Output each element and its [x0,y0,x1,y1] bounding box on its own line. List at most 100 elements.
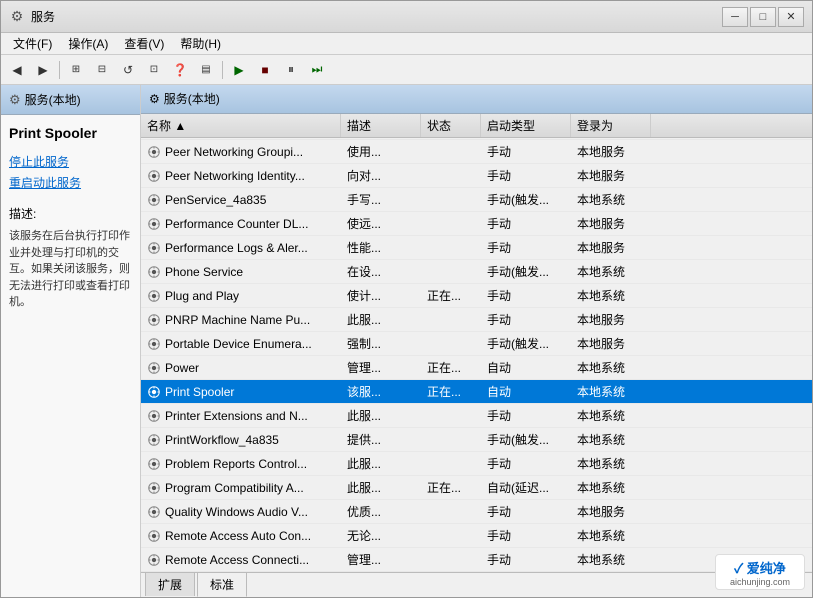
service-status-cell [421,428,481,451]
table-row[interactable]: Remote Access Auto Con... 无论... 手动 本地系统 [141,524,812,548]
service-login-cell: 本地系统 [571,428,651,451]
back-button[interactable]: ◀ [5,59,29,81]
service-icon [147,193,161,207]
service-login-cell: 本地系统 [571,476,651,499]
stop-button[interactable]: ■ [253,59,277,81]
export-button[interactable]: ⊡ [142,59,166,81]
table-row[interactable]: Plug and Play 使计... 正在... 手动 本地系统 [141,284,812,308]
service-name-cell: Performance Counter DL... [141,212,341,235]
service-startup-cell: 手动 [481,212,571,235]
service-name-text: Program Compatibility A... [165,481,304,495]
service-name-text: Plug and Play [165,289,239,303]
maximize-button[interactable]: □ [750,7,776,27]
table-row[interactable]: Performance Logs & Aler... 性能... 手动 本地服务 [141,236,812,260]
service-status-cell: 正在... [421,284,481,307]
table-row[interactable]: Peer Networking Groupi... 使用... 手动 本地服务 [141,140,812,164]
table-row[interactable]: Phone Service 在设... 手动(触发... 本地系统 [141,260,812,284]
service-icon [147,361,161,375]
service-login-cell: 本地系统 [571,284,651,307]
service-status-cell [421,500,481,523]
forward-button[interactable]: ▶ [31,59,55,81]
menu-file[interactable]: 文件(F) [5,33,60,54]
stop-service-link[interactable]: 停止此服务 [9,153,132,170]
tab-standard[interactable]: 标准 [197,572,247,597]
col-login[interactable]: 登录为 [571,114,651,137]
table-row[interactable]: Portable Device Enumera... 强制... 手动(触发..… [141,332,812,356]
service-desc-cell: 管理... [341,356,421,379]
service-startup-cell: 手动 [481,404,571,427]
service-status-cell [421,140,481,163]
table-row[interactable]: Performance Counter DL... 使远... 手动 本地服务 [141,212,812,236]
service-icon [147,409,161,423]
service-desc-cell: 使远... [341,212,421,235]
toolbar-sep-2 [222,61,223,79]
service-icon [147,217,161,231]
service-desc-cell: 管理... [341,548,421,571]
pause-button[interactable]: ⏸ [279,59,303,81]
left-panel-body: Print Spooler 停止此服务 重启动此服务 描述: 该服务在后台执行打… [1,115,140,597]
service-desc-cell: 优质... [341,500,421,523]
menu-action[interactable]: 操作(A) [60,33,116,54]
table-row[interactable]: Quality Windows Audio V... 优质... 手动 本地服务 [141,500,812,524]
service-name-cell: Remote Access Connecti... [141,548,341,571]
table-row[interactable]: Print Spooler 该服... 正在... 自动 本地系统 [141,380,812,404]
minimize-button[interactable]: ─ [722,7,748,27]
close-button[interactable]: ✕ [778,7,804,27]
service-icon [147,433,161,447]
service-name-cell: Printer Extensions and N... [141,404,341,427]
service-login-cell: 本地服务 [571,212,651,235]
watermark-logo: ✓ 爱纯净 [730,558,790,577]
service-icon [147,385,161,399]
service-status-cell [421,236,481,259]
table-row[interactable]: PNRP Machine Name Pu... 此服... 手动 本地服务 [141,308,812,332]
view-button-2[interactable]: ⊟ [90,59,114,81]
view-button-1[interactable]: ⊞ [64,59,88,81]
restart-button[interactable]: ⏭ [305,59,329,81]
table-row[interactable]: PrintWorkflow_4a835 提供... 手动(触发... 本地系统 [141,428,812,452]
service-desc-cell: 无论... [341,524,421,547]
help-button[interactable]: ❓ [168,59,192,81]
service-name-text: Phone Service [165,265,243,279]
selected-service-name: Print Spooler [9,125,132,141]
service-status-cell: 正在... [421,356,481,379]
col-desc[interactable]: 描述 [341,114,421,137]
col-startup[interactable]: 启动类型 [481,114,571,137]
right-panel-icon: ⚙ [149,92,160,106]
service-icon [147,481,161,495]
restart-service-link[interactable]: 重启动此服务 [9,174,132,191]
service-name-text: PrintWorkflow_4a835 [165,433,279,447]
menu-help[interactable]: 帮助(H) [172,33,229,54]
service-name-cell: PrintWorkflow_4a835 [141,428,341,451]
service-name-cell: Peer Networking Identity... [141,164,341,187]
play-button[interactable]: ▶ [227,59,251,81]
table-row[interactable]: Printer Extensions and N... 此服... 手动 本地系… [141,404,812,428]
table-row[interactable]: PenService_4a835 手写... 手动(触发... 本地系统 [141,188,812,212]
table-row[interactable]: Problem Reports Control... 此服... 手动 本地系统 [141,452,812,476]
service-desc-cell: 使用... [341,140,421,163]
table-row[interactable]: Remote Access Connecti... 管理... 手动 本地系统 [141,548,812,572]
title-bar: ⚙ 服务 ─ □ ✕ [1,1,812,33]
service-desc-cell: 此服... [341,452,421,475]
table-row[interactable]: Program Compatibility A... 此服... 正在... 自… [141,476,812,500]
service-icon [147,289,161,303]
tab-extend[interactable]: 扩展 [145,572,195,596]
toolbar: ◀ ▶ ⊞ ⊟ ↺ ⊡ ❓ ▤ ▶ ■ ⏸ ⏭ [1,55,812,85]
service-name-text: PenService_4a835 [165,193,266,207]
service-name-cell: Program Compatibility A... [141,476,341,499]
service-startup-cell: 手动(触发... [481,260,571,283]
refresh-button[interactable]: ↺ [116,59,140,81]
table-row[interactable]: Peer Networking Identity... 向对... 手动 本地服… [141,164,812,188]
service-name-text: Power [165,361,199,375]
table-body: P9RdrService_4a835 启用... 手动(触发... 本地系统 P… [141,114,812,572]
service-icon [147,457,161,471]
service-status-cell [421,332,481,355]
menu-view[interactable]: 查看(V) [116,33,172,54]
service-status-cell [421,452,481,475]
col-status[interactable]: 状态 [421,114,481,137]
service-status-cell [421,212,481,235]
service-icon [147,313,161,327]
service-name-cell: PenService_4a835 [141,188,341,211]
col-name[interactable]: 名称 ▲ [141,114,341,137]
list-button[interactable]: ▤ [194,59,218,81]
table-row[interactable]: Power 管理... 正在... 自动 本地系统 [141,356,812,380]
